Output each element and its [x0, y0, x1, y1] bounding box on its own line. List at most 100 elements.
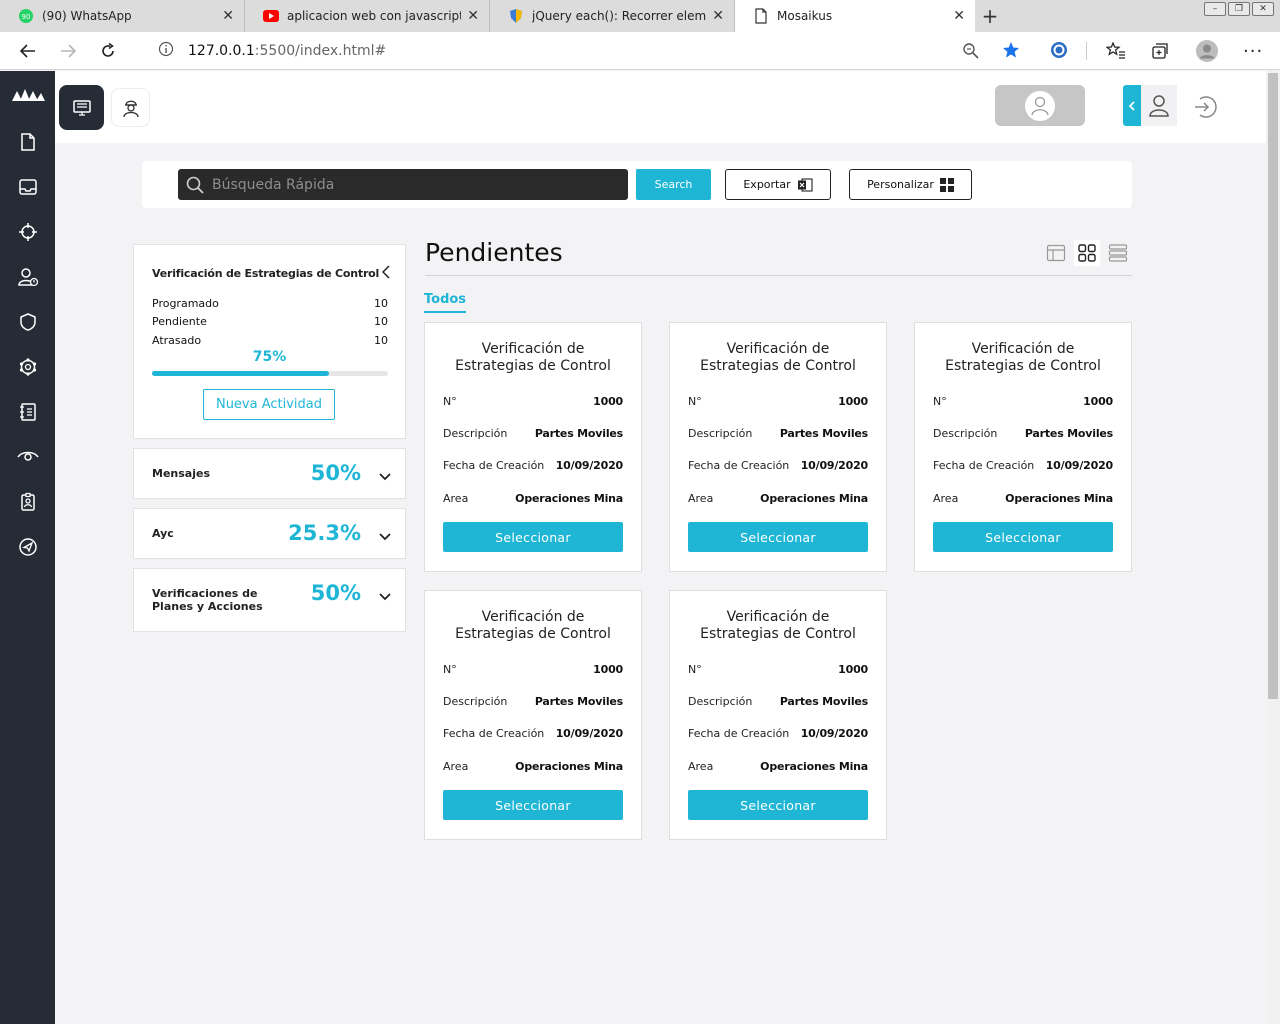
select-button[interactable]: Seleccionar — [688, 790, 868, 820]
progress-percent: 75% — [252, 349, 287, 365]
close-tab-icon[interactable]: ✕ — [712, 8, 724, 24]
shield-icon — [508, 8, 524, 24]
scrollbar-thumb[interactable] — [1268, 73, 1278, 699]
favorites-list-icon[interactable] — [1105, 41, 1126, 64]
card-row-created: Fecha de Creación 10/09/2020 — [443, 459, 623, 472]
minimize-icon[interactable]: – — [1204, 2, 1226, 16]
list-view-icon[interactable] — [1105, 240, 1131, 266]
close-window-icon[interactable]: ✕ — [1252, 2, 1274, 16]
kpi-value: 25.3% — [288, 521, 361, 545]
document-icon[interactable] — [0, 119, 55, 164]
field-value: Operaciones Mina — [1005, 492, 1113, 505]
info-icon[interactable] — [158, 41, 174, 61]
back-arrow-icon[interactable] — [8, 32, 48, 70]
app-header — [55, 71, 1266, 143]
card-row-number: N° 1000 — [688, 395, 868, 408]
user-alert-icon[interactable] — [0, 254, 55, 299]
progress-bar — [152, 371, 388, 376]
window-controls: – ❐ ✕ — [1204, 2, 1274, 16]
desktop-view-button[interactable] — [59, 85, 104, 130]
eye-icon[interactable] — [0, 434, 55, 479]
field-label: Descripción — [688, 427, 753, 440]
shield-icon[interactable] — [0, 299, 55, 344]
send-plane-icon[interactable] — [0, 524, 55, 569]
card-row-number: N° 1000 — [443, 663, 623, 676]
close-tab-icon[interactable]: ✕ — [953, 8, 965, 24]
kpi-label: Mensajes — [152, 467, 210, 480]
field-value: 1000 — [1083, 395, 1113, 408]
search-icon — [186, 176, 204, 194]
chevron-left-icon[interactable] — [381, 265, 390, 283]
new-activity-button[interactable]: Nueva Actividad — [203, 389, 335, 420]
field-label: Area — [688, 492, 714, 505]
forward-arrow-icon[interactable] — [48, 32, 88, 70]
notebook-icon[interactable] — [0, 389, 55, 434]
browser-tab-whatsapp[interactable]: 90 (90) WhatsApp ✕ — [0, 0, 245, 32]
field-value: 1000 — [593, 395, 623, 408]
page-scrollbar[interactable] — [1266, 71, 1280, 1024]
mosaikus-logo-icon[interactable] — [0, 71, 55, 119]
quick-search-field[interactable] — [178, 169, 628, 200]
chevron-down-icon[interactable] — [377, 469, 393, 485]
favorite-star-icon[interactable] — [1002, 41, 1020, 63]
collections-icon[interactable] — [1151, 42, 1169, 64]
kpi-verificaciones[interactable]: Verificaciones de Planes y Acciones 50% — [133, 568, 406, 632]
logout-button[interactable] — [1187, 89, 1223, 125]
kpi-label: Verificaciones de Planes y Acciones — [152, 587, 263, 613]
grid-icon — [939, 177, 954, 192]
select-button[interactable]: Seleccionar — [443, 790, 623, 820]
field-value: 10/09/2020 — [800, 459, 868, 472]
chevron-down-icon[interactable] — [377, 589, 393, 605]
worker-view-button[interactable] — [111, 88, 150, 127]
company-avatar[interactable] — [995, 85, 1085, 126]
search-input[interactable] — [212, 176, 628, 193]
logout-icon — [1195, 96, 1217, 118]
extension-icon[interactable] — [1050, 41, 1068, 63]
search-button[interactable]: Search — [636, 169, 711, 200]
zoom-search-icon[interactable] — [962, 42, 980, 64]
id-badge-icon[interactable] — [0, 479, 55, 524]
user-profile-button[interactable] — [1141, 85, 1177, 126]
network-gear-icon[interactable] — [0, 344, 55, 389]
browser-tab-youtube[interactable]: aplicacion web con javascript pur ✕ — [245, 0, 490, 32]
customize-button[interactable]: Personalizar — [849, 169, 972, 200]
chevron-down-icon[interactable] — [377, 529, 393, 545]
more-menu-icon[interactable]: ··· — [1243, 41, 1263, 62]
kpi-ayc[interactable]: Ayc 25.3% — [133, 508, 406, 559]
restore-icon[interactable]: ❐ — [1228, 2, 1250, 16]
reload-icon[interactable] — [88, 32, 128, 70]
select-button[interactable]: Seleccionar — [933, 522, 1113, 552]
close-tab-icon[interactable]: ✕ — [222, 8, 234, 24]
kpi-mensajes[interactable]: Mensajes 50% — [133, 448, 406, 499]
field-label: Descripción — [443, 695, 508, 708]
card-row-area: Area Operaciones Mina — [443, 760, 623, 773]
inbox-stack-icon[interactable] — [0, 164, 55, 209]
profile-avatar-icon[interactable] — [1195, 39, 1219, 67]
card-row-description: Descripción Partes Moviles — [933, 427, 1113, 440]
select-button[interactable]: Seleccionar — [443, 522, 623, 552]
app-sidebar — [0, 71, 55, 1024]
table-view-icon[interactable] — [1043, 240, 1069, 266]
address-bar[interactable]: 127.0.0.1:5500/index.html# — [144, 36, 1032, 66]
select-button[interactable]: Seleccionar — [688, 522, 868, 552]
field-label: Descripción — [688, 695, 753, 708]
export-button[interactable]: Exportar — [725, 169, 831, 200]
browser-tab-mosaikus[interactable]: Mosaikus ✕ — [735, 0, 975, 32]
new-tab-button[interactable]: + — [975, 0, 1005, 32]
crosshair-icon[interactable] — [0, 209, 55, 254]
field-value: Operaciones Mina — [760, 760, 868, 773]
tab-todos[interactable]: Todos — [424, 292, 467, 313]
browser-tab-jquery[interactable]: jQuery each(): Recorrer elemento ✕ — [490, 0, 735, 32]
field-value: 10/09/2020 — [555, 459, 623, 472]
collapse-panel-button[interactable] — [1123, 85, 1141, 126]
stat-label: Programado — [152, 297, 219, 310]
close-tab-icon[interactable]: ✕ — [467, 8, 479, 24]
stat-row: Atrasado 10 — [152, 334, 388, 347]
field-label: Fecha de Creación — [933, 459, 1035, 472]
card-grid-view-icon[interactable] — [1074, 240, 1100, 266]
field-label: Fecha de Creación — [443, 727, 545, 740]
card-row-area: Area Operaciones Mina — [688, 492, 868, 505]
activity-card: Verificación de Estrategias de Control N… — [669, 590, 887, 840]
kpi-value: 50% — [310, 461, 361, 485]
field-label: N° — [933, 395, 947, 408]
